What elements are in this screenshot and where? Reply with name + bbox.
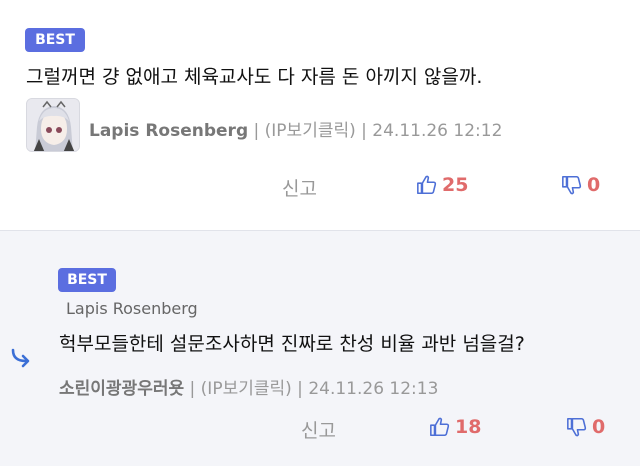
avatar-image [27,99,79,151]
meta-separator: | [361,121,367,141]
best-badge: BEST [25,28,85,52]
thumbs-down-icon [562,175,582,195]
best-badge: BEST [58,268,116,292]
like-count: 25 [442,174,469,196]
comment-meta: Lapis Rosenberg | (IP보기클릭) | 24.11.26 12… [89,116,502,141]
comment-text: 헉부모들한테 설문조사하면 진짜로 찬성 비율 과반 넘을걸? [59,333,525,355]
dislike-count: 0 [587,174,601,196]
meta-separator: | [189,379,196,399]
thumbs-down-icon [567,417,587,437]
comment-date: 24.11.26 12:13 [308,379,439,399]
reply-arrow-icon [11,348,30,368]
comment-date: 24.11.26 12:12 [372,121,503,141]
author-name[interactable]: 소린이광광우러욧 [59,379,184,399]
like-button[interactable]: 18 [429,416,481,438]
report-button[interactable]: 신고 [301,416,336,443]
ip-link[interactable]: (IP보기클릭) [201,379,292,399]
comment-text: 그럴꺼면 걍 없애고 체육교사도 다 자름 돈 아끼지 않을까. [26,66,483,88]
dislike-count: 0 [592,416,606,438]
dislike-button[interactable]: 0 [561,174,600,196]
comment-meta: 소린이광광우러욧 | (IP보기클릭) | 24.11.26 12:13 [59,374,438,399]
like-count: 18 [455,416,482,438]
ip-link[interactable]: (IP보기클릭) [265,121,356,141]
thumbs-up-icon [417,175,437,195]
reply-comment: BEST Lapis Rosenberg 헉부모들한테 설문조사하면 진짜로 찬… [0,230,640,466]
meta-separator: | [253,121,260,141]
dislike-button[interactable]: 0 [566,416,605,438]
like-button[interactable]: 25 [416,174,468,196]
reply-to-name: Lapis Rosenberg [66,299,198,318]
meta-separator: | [297,379,303,399]
avatar[interactable] [26,98,80,152]
report-button[interactable]: 신고 [282,174,317,201]
author-name[interactable]: Lapis Rosenberg [89,121,248,141]
thumbs-up-icon [430,417,450,437]
